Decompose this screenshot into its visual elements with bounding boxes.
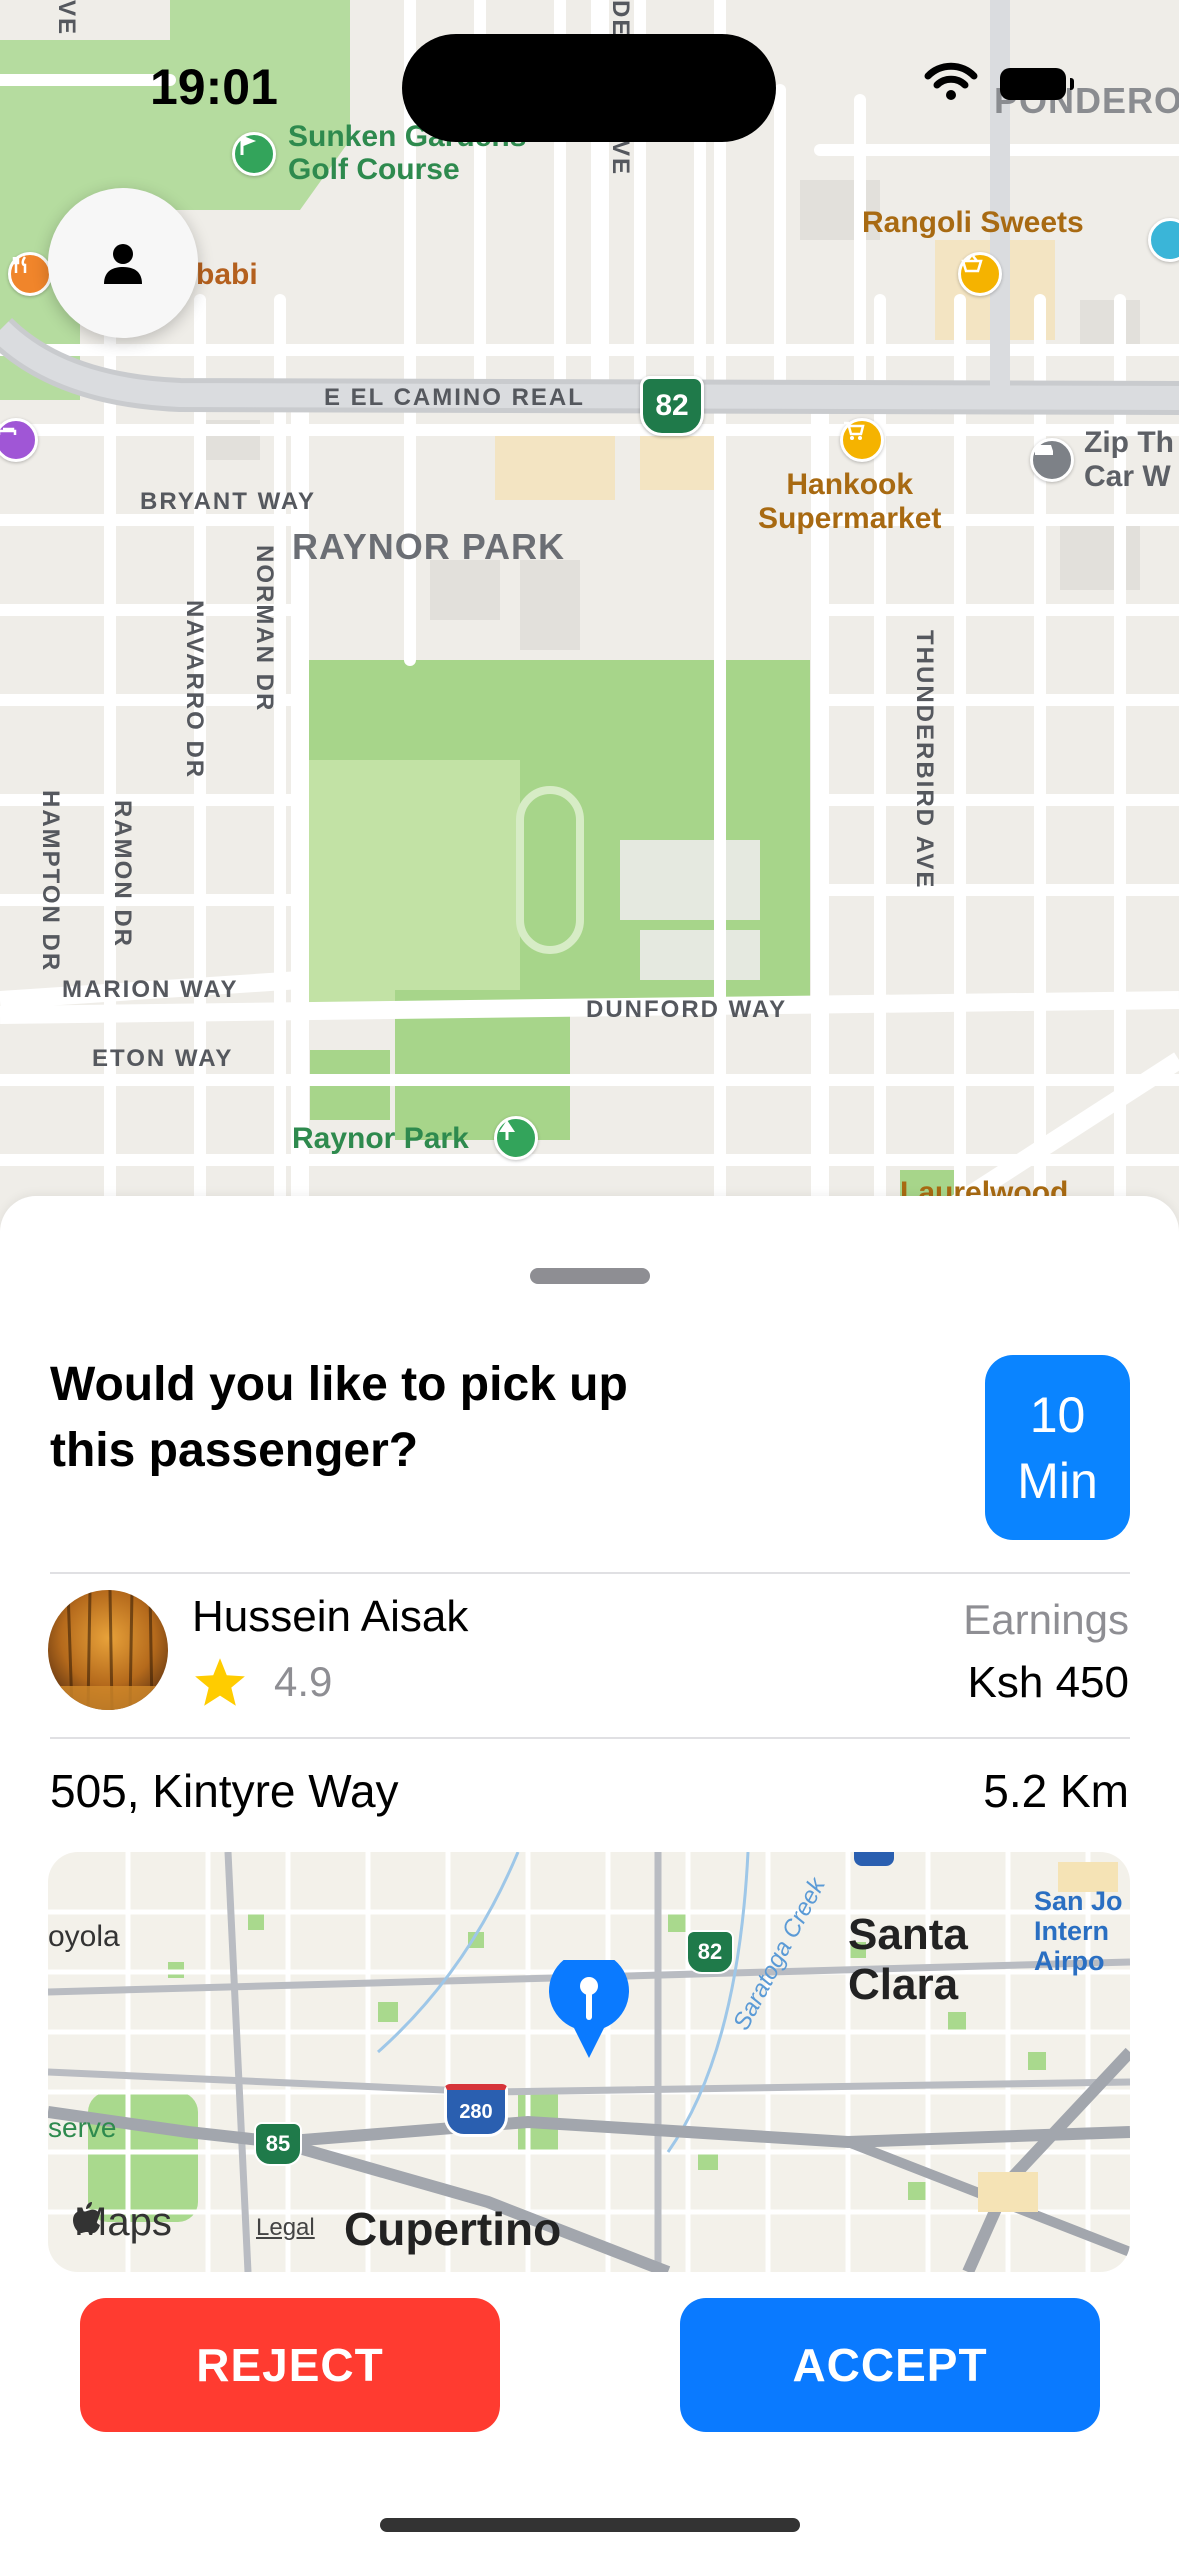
mini-map-airport-label: San Jo Intern Airpo bbox=[1034, 1886, 1123, 1976]
destination-pin-icon[interactable] bbox=[544, 1960, 634, 2060]
city-label-line: Santa bbox=[848, 1910, 968, 1959]
map-street-label: NAVARRO DR bbox=[181, 600, 208, 780]
earnings-label: Earnings bbox=[963, 1596, 1129, 1643]
map-street-label: DUNFORD WAY bbox=[586, 996, 788, 1023]
map-street-label: HAMPTON DR bbox=[37, 790, 64, 973]
map-street-label: BRYANT WAY bbox=[140, 488, 317, 515]
golf-pin-icon[interactable] bbox=[232, 132, 276, 176]
poi-label-line: Car W bbox=[1084, 460, 1171, 493]
mini-map-city-label: Santa Clara bbox=[848, 1910, 968, 2010]
avatar bbox=[48, 1590, 168, 1710]
pickup-address: 505, Kintyre Way bbox=[50, 1765, 399, 1817]
map-street-label: VE bbox=[53, 0, 80, 37]
pickup-question: Would you like to pick up this passenger… bbox=[50, 1358, 628, 1477]
trip-distance: 5.2 Km bbox=[983, 1765, 1129, 1817]
legal-link[interactable]: Legal bbox=[256, 2214, 315, 2242]
map-street-label: MARION WAY bbox=[62, 976, 239, 1003]
poi-label-line: Supermarket bbox=[758, 502, 942, 535]
status-time: 19:01 bbox=[150, 59, 278, 115]
mini-map-place-label: serve bbox=[48, 2112, 117, 2143]
restaurant-pin-icon[interactable] bbox=[8, 252, 52, 296]
route-85-shield-icon: 85 bbox=[254, 2122, 302, 2166]
map-area-label: RAYNOR PARK bbox=[292, 526, 566, 567]
eta-unit: Min bbox=[1017, 1452, 1098, 1509]
interstate-280-shield-icon: 280 bbox=[444, 2084, 508, 2137]
star-icon bbox=[195, 1658, 245, 1706]
route-82-shield-icon: 82 bbox=[686, 1930, 734, 1974]
battery-icon bbox=[1000, 68, 1074, 100]
shopping-cart-icon[interactable] bbox=[840, 418, 884, 462]
poi-label-line: Hankook bbox=[786, 468, 914, 501]
background-map[interactable]: VE DE VE E EL CAMINO REAL BRYANT WAY RAY… bbox=[0, 0, 1179, 1240]
passenger-name: Hussein Aisak bbox=[192, 1592, 469, 1641]
poi-label-line: Zip Th bbox=[1084, 426, 1174, 459]
profile-button[interactable] bbox=[48, 188, 198, 338]
poi-restaurant-label[interactable]: babi bbox=[196, 258, 258, 292]
person-icon bbox=[104, 244, 142, 284]
map-street-label: RAMON DR bbox=[109, 800, 136, 948]
maps-attribution: Maps bbox=[72, 2200, 172, 2245]
route-preview-map[interactable]: oyola serve Santa Clara San Jo Intern Ai… bbox=[48, 1852, 1130, 2272]
reject-button[interactable]: REJECT bbox=[80, 2298, 500, 2432]
passenger-rating: 4.9 bbox=[274, 1658, 333, 1705]
interstate-shield-icon bbox=[854, 1852, 894, 1866]
airport-label-line: Intern bbox=[1034, 1916, 1110, 1946]
wifi-icon bbox=[924, 62, 978, 100]
map-street-label: ETON WAY bbox=[92, 1045, 234, 1072]
poi-raynor-park-label[interactable]: Raynor Park bbox=[292, 1122, 469, 1155]
eta-value: 10 bbox=[1029, 1386, 1086, 1443]
map-street-label: THUNDERBIRD AVE bbox=[911, 630, 938, 890]
shopping-basket-icon[interactable] bbox=[958, 252, 1002, 296]
poi-rangoli-label[interactable]: Rangoli Sweets bbox=[862, 206, 1084, 240]
home-indicator[interactable] bbox=[380, 2518, 800, 2532]
poi-label-line: Golf Course bbox=[288, 153, 460, 186]
accept-button[interactable]: ACCEPT bbox=[680, 2298, 1100, 2432]
map-street-label: E EL CAMINO REAL bbox=[324, 384, 585, 411]
map-street-label: DE bbox=[607, 0, 634, 38]
poi-zip-label[interactable]: Zip Th Car W bbox=[1084, 426, 1174, 494]
mini-map-place-label: oyola bbox=[48, 1920, 120, 1953]
map-street-label: VE bbox=[607, 140, 634, 177]
poi-hankook-label[interactable]: Hankook Supermarket bbox=[758, 468, 941, 536]
airport-label-line: San Jo bbox=[1034, 1886, 1123, 1916]
dynamic-island bbox=[402, 34, 776, 142]
divider bbox=[50, 1737, 1130, 1739]
eta-badge: 10 Min bbox=[985, 1355, 1130, 1540]
sheet-grabber[interactable] bbox=[530, 1268, 650, 1284]
earnings-value: Ksh 450 bbox=[967, 1658, 1129, 1707]
city-label-line: Clara bbox=[848, 1960, 959, 2009]
park-tree-icon[interactable] bbox=[494, 1116, 538, 1160]
airport-label-line: Airpo bbox=[1034, 1946, 1105, 1976]
divider bbox=[50, 1572, 1130, 1574]
car-pin-icon[interactable] bbox=[1030, 438, 1074, 482]
route-82-shield-icon: 82 bbox=[640, 376, 704, 436]
map-street-label: NORMAN DR bbox=[251, 545, 278, 713]
apple-logo-icon bbox=[73, 2202, 100, 2233]
mini-map-city-label: Cupertino bbox=[344, 2203, 562, 2255]
